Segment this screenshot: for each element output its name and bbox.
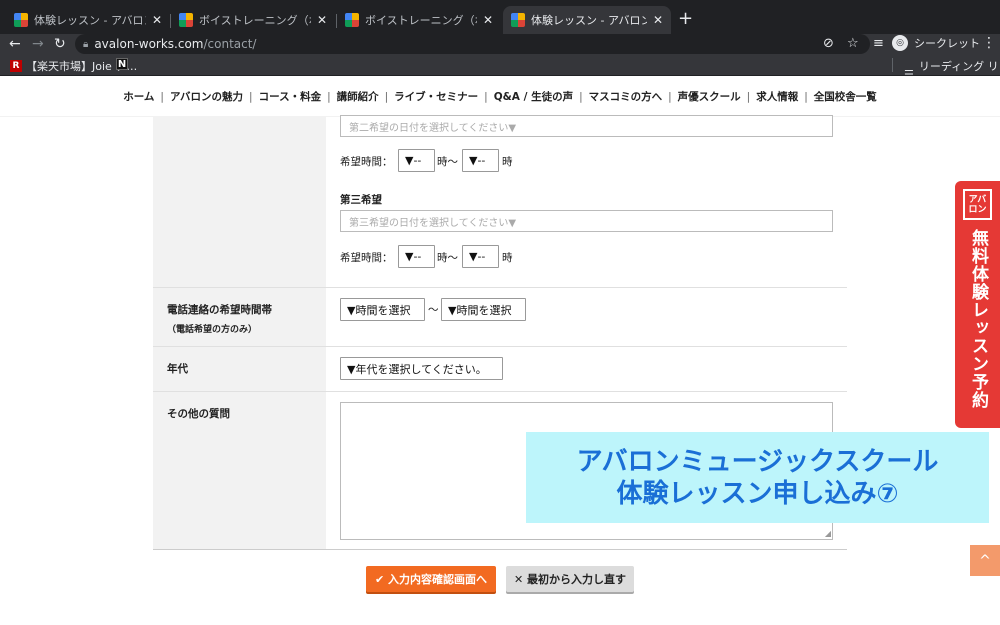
site-favicon-icon: [179, 13, 193, 27]
label-cell: [153, 117, 326, 287]
resize-handle-icon[interactable]: ◢: [825, 530, 831, 538]
tab-title: ボイストレーニング（ボイトレ）の: [199, 14, 311, 27]
browser-tab[interactable]: ボイストレーニング（ボイトレ）の ✕: [337, 6, 501, 34]
hour-tilde-text: 時〜: [437, 156, 458, 168]
other-question-label: その他の質問: [167, 408, 230, 420]
nav-item-teachers[interactable]: 講師紹介: [337, 89, 379, 104]
row-divider: [153, 346, 847, 347]
site-favicon-icon: [14, 13, 28, 27]
bookmark-divider: [892, 58, 893, 72]
nav-item-voice-actor[interactable]: 声優スクール: [678, 89, 741, 104]
notion-icon: N: [116, 58, 128, 70]
playlist-icon[interactable]: ≡: [873, 36, 884, 51]
star-bookmark-icon[interactable]: ☆: [847, 36, 859, 51]
age-select[interactable]: ▼年代を選択してください。: [340, 357, 503, 380]
nav-item-appeal[interactable]: アバロンの魅力: [170, 89, 243, 104]
caption-overlay: アバロンミュージックスクール 体験レッスン申し込み⑦: [526, 432, 989, 523]
nav-item-live[interactable]: ライブ・セミナー: [394, 89, 478, 104]
lock-icon[interactable]: 🔒︎: [83, 39, 88, 50]
forward-arrow-icon[interactable]: →: [32, 35, 44, 53]
nav-separator: |: [804, 90, 808, 103]
browser-tab-active[interactable]: 体験レッスン - アバロン・ミュー ✕: [503, 6, 671, 34]
browser-tab[interactable]: ボイストレーニング（ボイトレ）の ✕: [171, 6, 335, 34]
incognito-label: シークレット: [914, 37, 980, 50]
tab-title: 体験レッスン - アバロン・ミュー: [34, 14, 146, 27]
nav-separator: |: [746, 90, 751, 103]
side-tab-text: 無料体験レッスン予約: [968, 229, 988, 409]
third-end-hour-select[interactable]: ▼--: [462, 245, 499, 268]
tab-title: ボイストレーニング（ボイトレ）の: [365, 14, 477, 27]
hour-tilde-text: 時〜: [437, 252, 458, 264]
bookmark-notion[interactable]: N: [116, 58, 128, 70]
second-end-hour-select[interactable]: ▼--: [462, 149, 499, 172]
nav-item-home[interactable]: ホーム: [123, 89, 154, 104]
close-icon[interactable]: ✕: [483, 13, 493, 27]
site-favicon-icon: [511, 13, 525, 27]
tab-title: 体験レッスン - アバロン・ミュー: [531, 14, 647, 27]
site-favicon-icon: [345, 13, 359, 27]
tracking-off-icon[interactable]: ⊘: [823, 36, 834, 51]
nav-separator: |: [327, 90, 331, 103]
third-date-input[interactable]: 第三希望の日付を選択してください▼: [340, 210, 833, 232]
third-start-hour-select[interactable]: ▼--: [398, 245, 435, 268]
browser-toolbar: ← → ↻ 🔒︎ avalon-works.com /contact/ ⊘ ☆ …: [0, 34, 1000, 54]
nav-separator: |: [384, 90, 389, 103]
age-label: 年代: [167, 363, 188, 375]
site-nav: ホーム | アバロンの魅力 | コース・料金 | 講師紹介 | ライブ・セミナー…: [0, 77, 1000, 117]
menu-dots-icon[interactable]: ⋮: [982, 35, 996, 51]
hope-time-label: 希望時間：: [340, 156, 393, 168]
browser-tab[interactable]: 体験レッスン - アバロン・ミュー ✕: [6, 6, 170, 34]
incognito-indicator[interactable]: ◎ シークレット: [892, 35, 980, 51]
nav-item-jobs[interactable]: 求人情報: [756, 89, 798, 104]
confirm-button[interactable]: ✔ 入力内容確認画面へ: [366, 566, 496, 592]
browser-tab-bar: 体験レッスン - アバロン・ミュー ✕ ボイストレーニング（ボイトレ）の ✕ ボ…: [0, 0, 1000, 34]
chevron-up-icon: ^: [979, 552, 991, 569]
nav-separator: |: [249, 90, 253, 103]
hour-text: 時: [502, 156, 513, 168]
nav-separator: |: [668, 90, 672, 103]
nav-item-courses[interactable]: コース・料金: [259, 89, 321, 104]
close-icon[interactable]: ✕: [317, 13, 327, 27]
nav-separator: |: [160, 90, 164, 103]
new-tab-button[interactable]: +: [678, 8, 693, 29]
label-cell: [153, 288, 326, 346]
row-divider: [153, 549, 847, 550]
bookmarks-bar: R 【楽天市場】Joie チ… N ☰ リーディング リスト: [0, 54, 1000, 89]
phone-time-sublabel: （電話希望の方のみ）: [167, 325, 258, 335]
second-date-input[interactable]: 第二希望の日付を選択してください▼: [340, 115, 833, 137]
nav-separator: |: [484, 90, 488, 103]
second-start-hour-select[interactable]: ▼--: [398, 149, 435, 172]
hope-time-label: 希望時間：: [340, 252, 393, 264]
url-host: avalon-works.com: [94, 37, 204, 51]
close-icon[interactable]: ✕: [653, 13, 663, 27]
caption-line-1: アバロンミュージックスクール: [576, 447, 939, 477]
hour-text: 時: [502, 252, 513, 264]
reset-button[interactable]: ✕ 最初から入力し直す: [506, 566, 634, 592]
tilde-text: 〜: [428, 304, 439, 316]
scroll-top-button[interactable]: ^: [970, 545, 1000, 576]
row-divider: [153, 391, 847, 392]
avalon-logo: アバロン: [963, 189, 992, 220]
rakuten-icon: R: [10, 60, 22, 72]
nav-item-qa[interactable]: Q&A / 生徒の声: [494, 89, 573, 104]
address-bar[interactable]: 🔒︎ avalon-works.com /contact/ ⊘ ☆: [75, 34, 870, 54]
url-path: /contact/: [203, 37, 257, 51]
nav-separator: |: [579, 90, 583, 103]
phone-time-label: 電話連絡の希望時間帯: [167, 304, 272, 316]
free-lesson-side-tab[interactable]: アバロン 無料体験レッスン予約: [955, 181, 1000, 428]
nav-item-press[interactable]: マスコミの方へ: [589, 89, 663, 104]
nav-item-schools[interactable]: 全国校舎一覧: [814, 89, 877, 104]
incognito-icon: ◎: [892, 35, 908, 51]
row-divider: [153, 287, 847, 288]
phone-start-select[interactable]: ▼時間を選択: [340, 298, 425, 321]
third-choice-heading: 第三希望: [340, 194, 382, 206]
phone-end-select[interactable]: ▼時間を選択: [441, 298, 526, 321]
reload-icon[interactable]: ↻: [54, 35, 66, 53]
back-arrow-icon[interactable]: ←: [9, 35, 21, 53]
close-icon[interactable]: ✕: [152, 13, 162, 27]
caption-line-2: 体験レッスン申し込み⑦: [616, 479, 899, 509]
